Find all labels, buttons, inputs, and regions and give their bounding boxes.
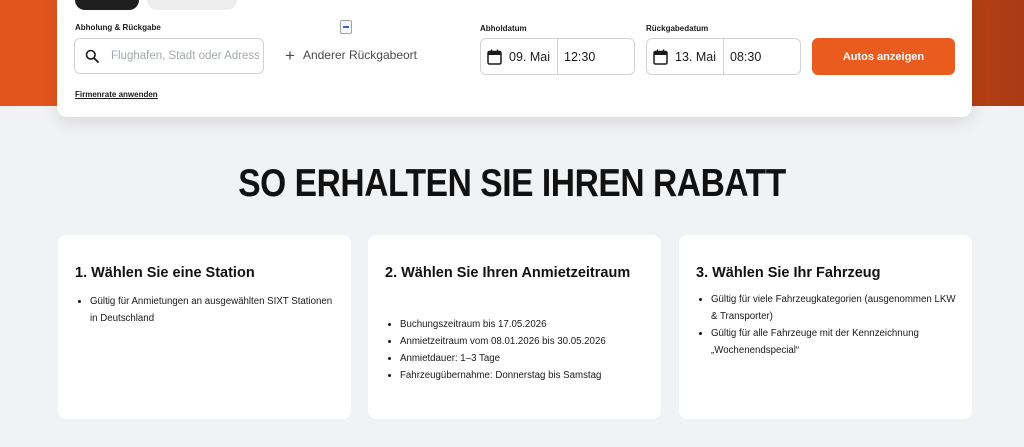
step-title: 1. Wählen Sie eine Station bbox=[75, 265, 255, 281]
step-card-vehicle: 3. Wählen Sie Ihr Fahrzeug Gültig für vi… bbox=[679, 235, 972, 419]
pickup-datetime-field: 09. Mai 12:30 bbox=[480, 38, 635, 75]
step-list: Buchungszeitraum bis 17.05.2026 Anmietze… bbox=[386, 316, 650, 384]
step-list: Gültig für Anmietungen an ausgewählten S… bbox=[76, 293, 340, 327]
location-input[interactable] bbox=[111, 39, 259, 73]
show-cars-button[interactable]: Autos anzeigen bbox=[812, 38, 955, 75]
booking-widget: Abholung & Rückgabe + Anderer Rückgabeor… bbox=[57, 0, 972, 117]
list-item: Anmietzeitraum vom 08.01.2026 bis 30.05.… bbox=[400, 333, 650, 350]
pickup-time-picker[interactable]: 12:30 bbox=[558, 39, 634, 74]
tab-cars[interactable] bbox=[75, 0, 139, 10]
return-time-value: 08:30 bbox=[730, 49, 762, 64]
return-date-value: 13. Mai bbox=[675, 49, 716, 64]
return-date-label: Rückgabedatum bbox=[646, 24, 709, 33]
step-list: Gültig für viele Fahrzeugkategorien (aus… bbox=[697, 291, 961, 359]
plus-icon: + bbox=[285, 45, 295, 65]
other-return-location-button[interactable]: + Anderer Rückgabeort bbox=[285, 46, 417, 64]
return-time-picker[interactable]: 08:30 bbox=[724, 39, 800, 74]
location-field[interactable] bbox=[74, 38, 264, 74]
tab-trucks[interactable] bbox=[147, 0, 237, 10]
return-datetime-field: 13. Mai 08:30 bbox=[646, 38, 801, 75]
list-item: Gültig für alle Fahrzeuge mit der Kennze… bbox=[711, 325, 961, 359]
calendar-icon bbox=[487, 49, 502, 65]
list-item: Gültig für Anmietungen an ausgewählten S… bbox=[90, 293, 340, 327]
step-card-period: 2. Wählen Sie Ihren Anmietzeitraum Buchu… bbox=[368, 235, 661, 419]
step-title: 3. Wählen Sie Ihr Fahrzeug bbox=[696, 265, 881, 281]
pickup-date-picker[interactable]: 09. Mai bbox=[481, 39, 558, 74]
step-card-station: 1. Wählen Sie eine Station Gültig für An… bbox=[58, 235, 351, 419]
search-icon bbox=[85, 49, 99, 63]
return-date-picker[interactable]: 13. Mai bbox=[647, 39, 724, 74]
section-title: SO ERHALTEN SIE IHREN RABATT bbox=[238, 162, 786, 205]
list-item: Buchungszeitraum bis 17.05.2026 bbox=[400, 316, 650, 333]
list-item: Fahrzeugübernahme: Donnerstag bis Samsta… bbox=[400, 367, 650, 384]
calendar-icon bbox=[653, 49, 668, 65]
drag-file-icon bbox=[340, 20, 352, 34]
pickup-time-value: 12:30 bbox=[564, 49, 596, 64]
pickup-return-label: Abholung & Rückgabe bbox=[75, 23, 161, 32]
pickup-date-value: 09. Mai bbox=[509, 49, 550, 64]
list-item: Anmietdauer: 1–3 Tage bbox=[400, 350, 650, 367]
step-title: 2. Wählen Sie Ihren Anmietzeitraum bbox=[385, 265, 631, 281]
company-rate-link[interactable]: Firmenrate anwenden bbox=[75, 90, 158, 99]
pickup-date-label: Abholdatum bbox=[480, 24, 527, 33]
list-item: Gültig für viele Fahrzeugkategorien (aus… bbox=[711, 291, 961, 325]
other-return-location-label: Anderer Rückgabeort bbox=[302, 48, 418, 62]
